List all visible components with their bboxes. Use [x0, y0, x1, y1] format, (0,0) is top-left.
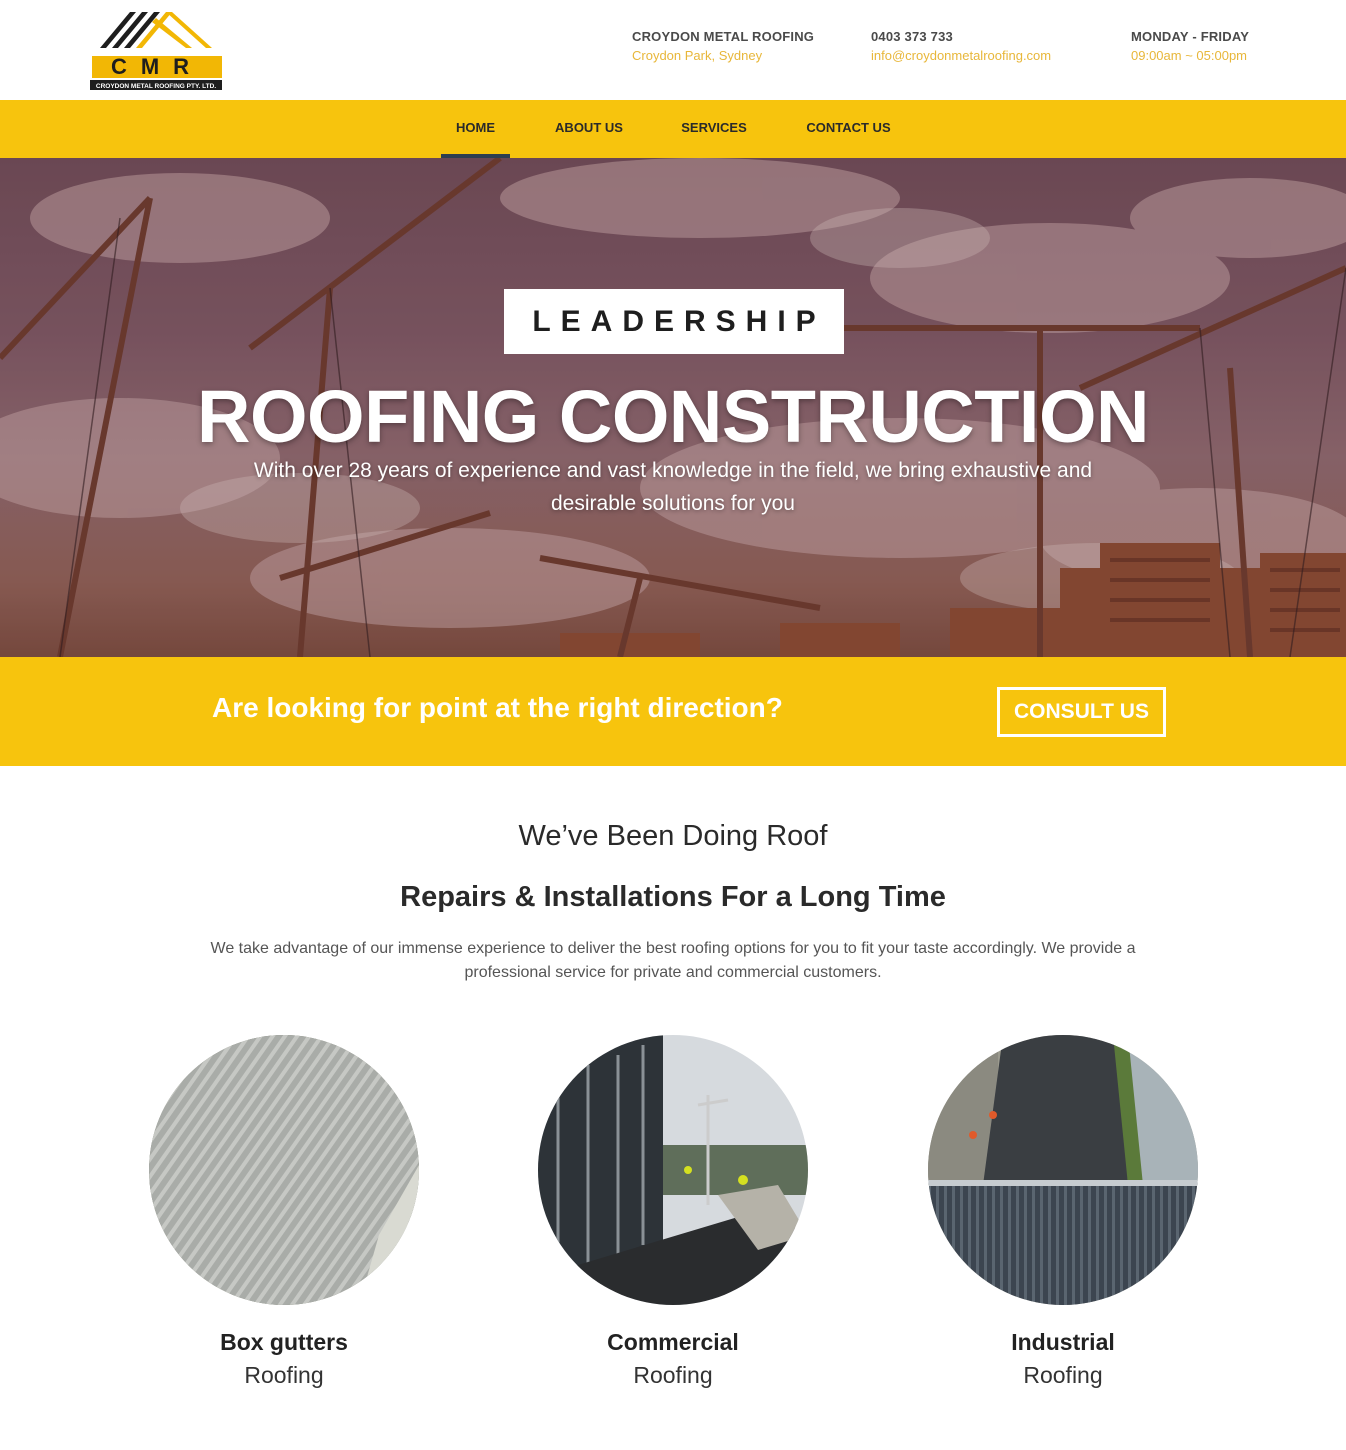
service-subtitle: Roofing — [633, 1362, 713, 1388]
email-link[interactable]: info@croydonmetalroofing.com — [871, 48, 1051, 63]
service-commercial[interactable]: Commercial Roofing — [538, 1035, 808, 1389]
company-logo[interactable]: CMR CROYDON METAL ROOFING PTY. LTD. — [90, 8, 224, 92]
hero-title: ROOFING CONSTRUCTION — [197, 375, 1149, 458]
service-subtitle: Roofing — [244, 1362, 324, 1388]
service-image-industrial[interactable] — [928, 1035, 1198, 1305]
intro-body: We take advantage of our immense experie… — [210, 940, 1136, 981]
site-header: CMR CROYDON METAL ROOFING PTY. LTD. CROY… — [0, 0, 1346, 100]
industrial-roof-image — [928, 1035, 1198, 1305]
nav-item-services[interactable]: SERVICES — [674, 100, 754, 158]
intro-heading-light: We’ve Been Doing Roof — [518, 820, 828, 852]
svg-text:CROYDON METAL ROOFING PTY. LTD: CROYDON METAL ROOFING PTY. LTD. — [96, 83, 216, 90]
company-info: CROYDON METAL ROOFING Croydon Park, Sydn… — [632, 29, 814, 63]
nav-item-contact-us[interactable]: CONTACT US — [798, 100, 899, 158]
service-box-gutters[interactable]: Box gutters Roofing — [149, 1035, 419, 1389]
service-title: Box gutters — [220, 1329, 348, 1355]
intro-heading-bold: Repairs & Installations For a Long Time — [400, 881, 946, 913]
nav-item-about-us[interactable]: ABOUT US — [548, 100, 630, 158]
corrugated-roof-image — [149, 1035, 419, 1305]
cta-question: Are looking for point at the right direc… — [212, 692, 783, 723]
hero-badge-label: LEADERSHIP — [504, 289, 844, 354]
hours-days: MONDAY - FRIDAY — [1131, 29, 1250, 44]
roof-logo-icon: CMR CROYDON METAL ROOFING PTY. LTD. — [90, 12, 222, 90]
svg-text:CMR: CMR — [111, 54, 203, 79]
contact-info: 0403 373 733 info@croydonmetalroofing.co… — [871, 29, 1051, 63]
commercial-roof-image — [538, 1035, 808, 1305]
company-name: CROYDON METAL ROOFING — [632, 29, 815, 44]
hours-time: 09:00am ~ 05:00pm — [1131, 48, 1247, 63]
main-navigation: HOME ABOUT US SERVICES CONTACT US — [0, 100, 1346, 158]
nav-item-home[interactable]: HOME — [441, 100, 510, 158]
service-subtitle: Roofing — [1023, 1362, 1103, 1388]
service-industrial[interactable]: Industrial Roofing — [928, 1035, 1198, 1389]
service-title: Industrial — [1011, 1329, 1115, 1355]
service-image-commercial[interactable] — [538, 1035, 808, 1305]
service-title: Commercial — [607, 1329, 739, 1355]
company-location: Croydon Park, Sydney — [632, 48, 763, 63]
hero-description: With over 28 years of experience and vas… — [253, 459, 1093, 515]
consult-us-button[interactable]: CONSULT US — [997, 687, 1166, 737]
hero-banner: LEADERSHIP ROOFING CONSTRUCTION With ove… — [0, 158, 1346, 657]
phone-number[interactable]: 0403 373 733 — [871, 29, 1051, 44]
business-hours: MONDAY - FRIDAY 09:00am ~ 05:00pm — [1131, 29, 1249, 63]
service-image-box-gutters[interactable] — [149, 1035, 419, 1305]
cta-band: Are looking for point at the right direc… — [0, 657, 1346, 766]
